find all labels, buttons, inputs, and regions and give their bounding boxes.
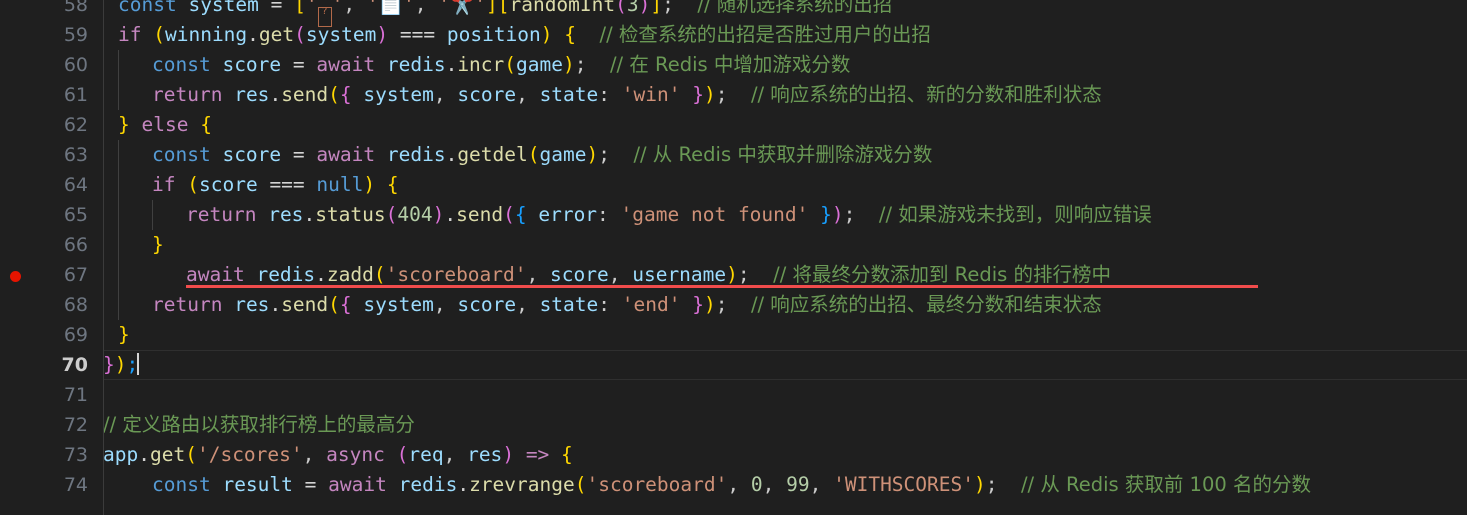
editor-line[interactable]: 64 if (score === null) {	[0, 170, 1467, 200]
editor-line[interactable]: 60 const score = await redis.incr(game);…	[0, 50, 1467, 80]
editor-line[interactable]: 74 const result = await redis.zrevrange(…	[0, 470, 1467, 500]
line-content[interactable]: if (score === null) {	[152, 170, 399, 200]
line-number: 61	[63, 84, 88, 106]
text-cursor	[137, 353, 140, 375]
line-content[interactable]: app.get('/scores', async (req, res) => {	[103, 440, 573, 470]
line-content[interactable]: }	[118, 320, 130, 350]
indent-guide	[118, 170, 119, 200]
line-content[interactable]: // 定义路由以获取排行榜上的最高分	[103, 410, 415, 440]
line-comment: // 如果游戏未找到，则响应错误	[878, 203, 1152, 226]
editor-line[interactable]: 59 if (winning.get(system) === position)…	[0, 20, 1467, 50]
line-content[interactable]: } else {	[118, 110, 212, 140]
line-content[interactable]: const score = await redis.getdel(game); …	[152, 140, 932, 170]
line-comment: // 随机选择系统的出招	[697, 0, 893, 16]
editor-line[interactable]: 62 } else {	[0, 110, 1467, 140]
indent-guide	[118, 80, 119, 110]
active-line-highlight	[103, 350, 1467, 380]
line-number: 63	[63, 144, 88, 166]
line-number: 64	[63, 174, 88, 196]
editor-line[interactable]: 73 app.get('/scores', async (req, res) =…	[0, 440, 1467, 470]
breakpoint-dot-icon[interactable]	[10, 271, 21, 282]
line-content[interactable]: return res.status(404).send({ error: 'ga…	[186, 200, 1152, 230]
line-number: 71	[63, 384, 88, 406]
line-comment: // 从 Redis 中获取并删除游戏分数	[633, 143, 933, 166]
line-content[interactable]: if (winning.get(system) === position) { …	[118, 20, 931, 50]
indent-guide	[118, 260, 119, 290]
editor-line[interactable]: 63 const score = await redis.getdel(game…	[0, 140, 1467, 170]
editor-line[interactable]: 65 return res.status(404).send({ error: …	[0, 200, 1467, 230]
line-content[interactable]: return res.send({ system, score, state: …	[152, 80, 1102, 110]
page-facing-up-emoji: 📄	[378, 0, 403, 16]
indent-guide	[118, 50, 119, 80]
line-number: 60	[63, 54, 88, 76]
line-number: 69	[63, 324, 88, 346]
editor-line[interactable]: 67 await redis.zadd('scoreboard', score,…	[0, 260, 1467, 290]
code-editor[interactable]: 58 const system = ['? ', '📄', '✂️'][rando…	[0, 0, 1467, 515]
indent-guide	[118, 200, 119, 230]
line-comment: // 响应系统的出招、最终分数和结束状态	[750, 293, 1102, 316]
editor-line[interactable]: 72 // 定义路由以获取排行榜上的最高分	[0, 410, 1467, 440]
editor-line[interactable]: 61 return res.send({ system, score, stat…	[0, 80, 1467, 110]
code-lines-container: 58 const system = ['? ', '📄', '✂️'][rando…	[0, 0, 1467, 500]
indent-guide	[118, 140, 119, 170]
line-comment: // 从 Redis 获取前 100 名的分数	[1020, 473, 1311, 496]
line-comment: // 检查系统的出招是否胜过用户的出招	[599, 23, 931, 46]
line-number: 73	[63, 444, 88, 466]
line-number: 58	[63, 0, 88, 16]
line-content[interactable]: const result = await redis.zrevrange('sc…	[152, 470, 1311, 500]
line-comment: // 定义路由以获取排行榜上的最高分	[103, 413, 415, 436]
line-comment: // 在 Redis 中增加游戏分数	[609, 53, 851, 76]
editor-line[interactable]: 66 }	[0, 230, 1467, 260]
line-comment: // 将最终分数添加到 Redis 的排行榜中	[773, 263, 1111, 286]
line-number: 74	[63, 474, 88, 496]
editor-line[interactable]: 58 const system = ['? ', '📄', '✂️'][rando…	[0, 0, 1467, 27]
editor-line[interactable]: 71	[0, 380, 1467, 410]
indent-guide	[152, 200, 153, 230]
indent-guide	[118, 290, 119, 320]
line-content[interactable]: return res.send({ system, score, state: …	[152, 290, 1102, 320]
line-content[interactable]: });	[103, 350, 140, 380]
indent-guide	[118, 230, 119, 260]
editor-line[interactable]: 69 }	[0, 320, 1467, 350]
line-number: 72	[63, 414, 88, 436]
line-comment: // 响应系统的出招、新的分数和胜利状态	[750, 83, 1102, 106]
line-content[interactable]: }	[152, 230, 164, 260]
line-number: 66	[63, 234, 88, 256]
error-underline	[186, 285, 1258, 288]
line-number: 62	[63, 114, 88, 136]
editor-line[interactable]: 68 return res.send({ system, score, stat…	[0, 290, 1467, 320]
editor-line-active[interactable]: 70 });	[0, 350, 1467, 380]
line-number: 70	[61, 354, 88, 376]
line-number: 59	[63, 24, 88, 46]
line-content[interactable]: const score = await redis.incr(game); //…	[152, 50, 850, 80]
indent-guide	[103, 470, 104, 500]
line-number: 65	[63, 204, 88, 226]
scissors-emoji: ✂️	[449, 0, 475, 16]
line-number: 68	[63, 294, 88, 316]
